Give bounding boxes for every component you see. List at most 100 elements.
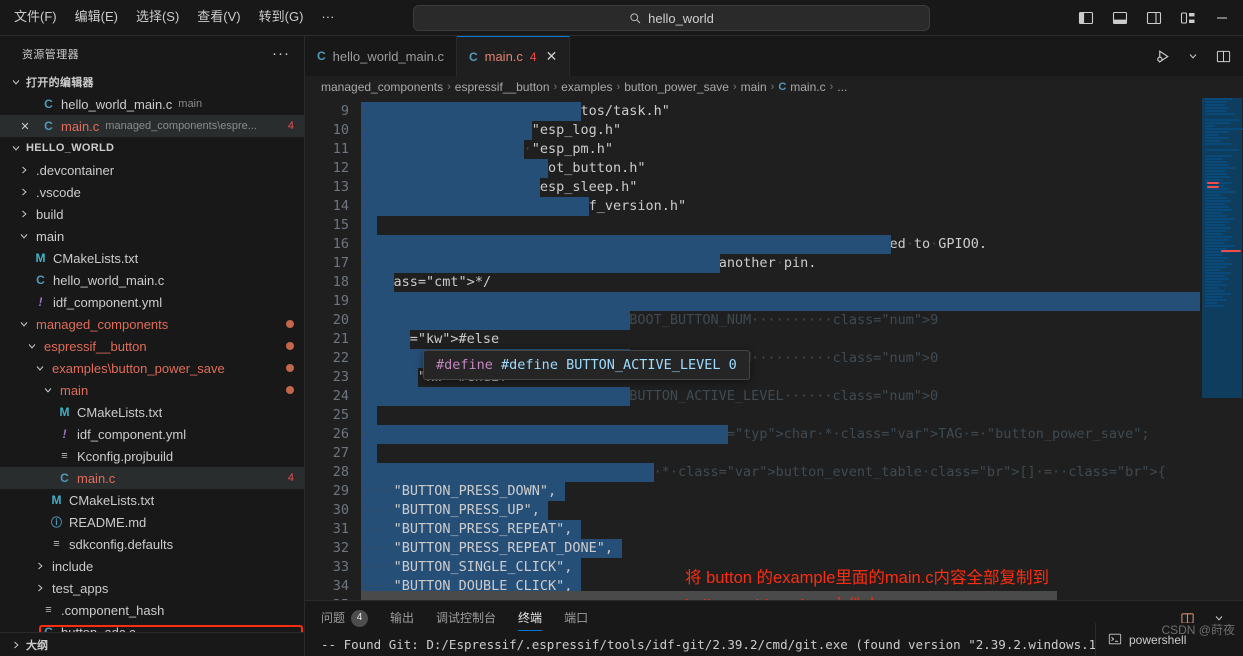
breadcrumb-item[interactable]: examples <box>561 80 612 94</box>
open-editors-header[interactable]: 打开的编辑器 <box>0 71 304 93</box>
panel-tab[interactable]: 输出 <box>390 601 414 635</box>
outline-section-header[interactable]: 大纲 <box>0 632 304 656</box>
breadcrumb-item[interactable]: main <box>741 80 767 94</box>
chevron-right-icon[interactable] <box>32 558 48 574</box>
code-line[interactable]: ····"BUTTON_PRESS_REPEAT_DONE", <box>361 539 1200 558</box>
code-line[interactable]: ····"BUTTON_PRESS_UP", <box>361 501 1200 520</box>
code-line[interactable]: ····"BUTTON_PRESS_REPEAT", <box>361 520 1200 539</box>
chevron-right-icon[interactable] <box>16 162 32 178</box>
panel-tab[interactable]: 端口 <box>564 601 588 635</box>
menu-view[interactable]: 查看(V) <box>189 6 248 29</box>
tree-file-row[interactable]: !idf_component.yml <box>0 423 304 445</box>
menu-edit[interactable]: 编辑(E) <box>67 6 126 29</box>
tree-folder-row[interactable]: include <box>0 555 304 577</box>
code-line[interactable]: ··class="cmt">*/ <box>361 273 1200 292</box>
code-content[interactable]: ·class="kw">#include·"freertos/task.h"·c… <box>361 98 1200 600</box>
code-line[interactable]: ·class="typ">static··class="typ">const··… <box>361 425 1200 444</box>
menu-selection[interactable]: 选择(S) <box>128 6 187 29</box>
panel-tab[interactable]: 调试控制台 <box>436 601 496 635</box>
explorer-more-icon[interactable]: ··· <box>272 49 290 58</box>
tree-folder-row[interactable]: test_apps <box>0 577 304 599</box>
code-line[interactable]: ·class="cmt">/*·Most·development·boards·… <box>361 235 1200 254</box>
breadcrumb-item[interactable]: main.c <box>790 80 825 94</box>
tree-file-row[interactable]: MCMakeLists.txt <box>0 247 304 269</box>
open-editor-item[interactable]: Chello_world_main.cmain <box>0 93 304 115</box>
tree-folder-row[interactable]: espressif__button <box>0 335 304 357</box>
tree-file-row[interactable]: ≡Kconfig.projbuild <box>0 445 304 467</box>
code-line[interactable]: ·class="kw">#define··class="idt">BUTTON_… <box>361 387 1200 406</box>
tree-folder-row[interactable]: managed_components <box>0 313 304 335</box>
split-editor-icon[interactable] <box>1209 42 1237 70</box>
toggle-secondary-sidebar-icon[interactable] <box>1139 3 1169 33</box>
panel-tab[interactable]: 终端 <box>518 601 542 635</box>
code-line[interactable]: ····"BUTTON_PRESS_DOWN", <box>361 482 1200 501</box>
minimap[interactable] <box>1200 98 1243 600</box>
editor-tab[interactable]: Chello_world_main.c <box>305 36 457 76</box>
run-and-debug-icon[interactable] <box>1149 42 1177 70</box>
tree-folder-row[interactable]: build <box>0 203 304 225</box>
chevron-right-icon[interactable] <box>16 206 32 222</box>
tree-folder-row[interactable]: main <box>0 379 304 401</box>
toggle-panel-icon[interactable] <box>1105 3 1135 33</box>
code-line[interactable]: ·class="kw">#include·"iot_button.h" <box>361 159 1200 178</box>
tree-folder-row[interactable]: .devcontainer <box>0 159 304 181</box>
tree-file-row[interactable]: MCMakeLists.txt <box>0 489 304 511</box>
open-editor-item[interactable]: ✕Cmain.cmanaged_components\espre...4 <box>0 115 304 137</box>
tree-file-row[interactable]: Cbutton_adc.c <box>0 621 304 632</box>
file-tree[interactable]: .devcontainer.vscodebuildmainMCMakeLists… <box>0 159 304 632</box>
tree-folder-row[interactable]: .vscode <box>0 181 304 203</box>
code-line[interactable]: ·class="kw">#if··class="idt">CONFIG_IDF_… <box>361 292 1200 311</box>
chevron-down-icon[interactable] <box>1179 42 1207 70</box>
tree-item-label: build <box>36 207 63 222</box>
code-line[interactable] <box>361 216 1200 235</box>
chevron-down-icon[interactable] <box>32 360 48 376</box>
breadcrumb-item[interactable]: managed_components <box>321 80 443 94</box>
code-line[interactable]: ·class="kw">#define··class="idt">BOOT_BU… <box>361 311 1200 330</box>
tree-file-row[interactable]: MCMakeLists.txt <box>0 401 304 423</box>
breadcrumb-item[interactable]: button_power_save <box>624 80 729 94</box>
close-icon[interactable]: ✕ <box>546 48 558 65</box>
chevron-down-icon[interactable] <box>40 382 56 398</box>
tree-file-row[interactable]: Chello_world_main.c <box>0 269 304 291</box>
tree-folder-row[interactable]: main <box>0 225 304 247</box>
menu-go[interactable]: 转到(G) <box>251 6 312 29</box>
chevron-down-icon[interactable] <box>16 228 32 244</box>
minimize-button[interactable] <box>1207 3 1237 33</box>
tree-file-row[interactable]: Cmain.c4 <box>0 467 304 489</box>
toggle-primary-sidebar-icon[interactable] <box>1071 3 1101 33</box>
minimap-code-line <box>1205 176 1231 178</box>
tree-file-row[interactable]: ⓘREADME.md <box>0 511 304 533</box>
editor-tab[interactable]: Cmain.c4✕ <box>457 36 570 76</box>
code-line[interactable]: ·class="kw">#include·"freertos/task.h" <box>361 102 1200 121</box>
breadcrumb-item[interactable]: ... <box>837 80 847 94</box>
code-line[interactable]: ·class="kw">#include·"esp_idf_version.h" <box>361 197 1200 216</box>
customize-layout-icon[interactable] <box>1173 3 1203 33</box>
chevron-right-icon[interactable] <box>16 184 32 200</box>
tree-file-row[interactable]: !idf_component.yml <box>0 291 304 313</box>
chevron-down-icon[interactable] <box>16 316 32 332</box>
breadcrumb-item[interactable]: espressif__button <box>455 80 550 94</box>
close-icon[interactable]: ✕ <box>16 120 34 133</box>
chevron-right-icon[interactable] <box>32 580 48 596</box>
code-line[interactable]: ·class="kw">#include·"esp_log.h" <box>361 121 1200 140</box>
line-number: 32 <box>305 539 349 558</box>
code-line[interactable]: ··class="cmt">*·You·can·also·change·this… <box>361 254 1200 273</box>
tree-file-row[interactable]: ≡sdkconfig.defaults <box>0 533 304 555</box>
chevron-down-icon[interactable] <box>24 338 40 354</box>
code-line[interactable] <box>361 406 1200 425</box>
code-line[interactable]: ·class="typ">const··class="typ">char·*·c… <box>361 463 1200 482</box>
tree-file-row[interactable]: ≡.component_hash <box>0 599 304 621</box>
tree-folder-row[interactable]: examples\button_power_save <box>0 357 304 379</box>
code-line[interactable]: ·class="kw">#else <box>361 330 1200 349</box>
menu-more[interactable]: ··· <box>313 6 342 29</box>
breadcrumb[interactable]: managed_components›espressif__button›exa… <box>305 76 1243 98</box>
panel-tab[interactable]: 问题4 <box>321 601 368 635</box>
menu-file[interactable]: 文件(F) <box>6 6 65 29</box>
project-header[interactable]: HELLO_WORLD <box>0 137 304 159</box>
code-line[interactable] <box>361 444 1200 463</box>
command-center-search[interactable]: hello_world <box>413 5 930 31</box>
code-line[interactable]: ·class="kw">#include·"esp_sleep.h" <box>361 178 1200 197</box>
minimap-code-line <box>1205 149 1239 151</box>
code-line[interactable]: ·class="kw">#include·"esp_pm.h" <box>361 140 1200 159</box>
code-editor[interactable]: 9101112131415161718192021222324252627282… <box>305 98 1243 600</box>
